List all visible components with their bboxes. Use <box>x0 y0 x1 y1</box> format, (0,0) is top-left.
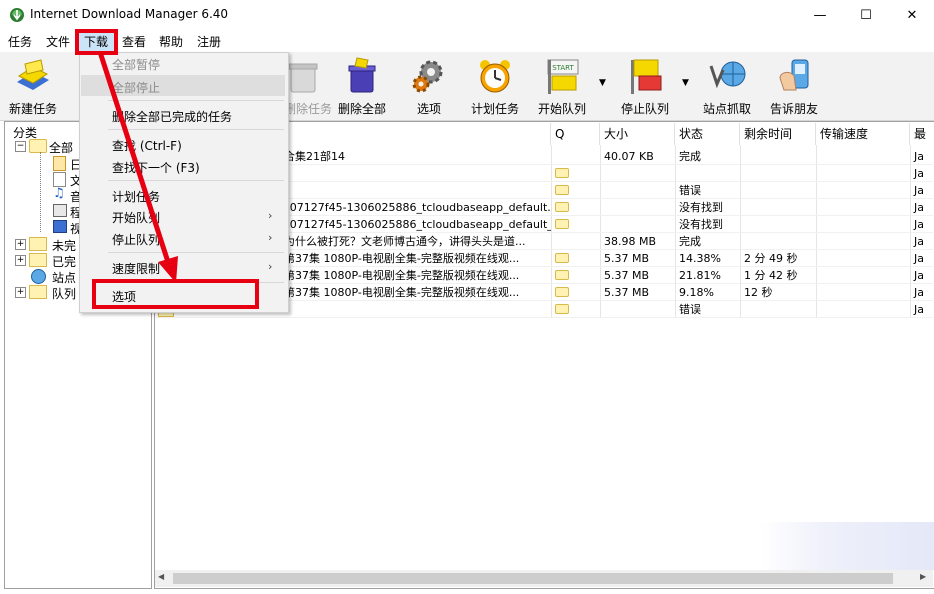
annotation-arrow <box>98 52 178 283</box>
blurred-overlay <box>760 522 934 570</box>
